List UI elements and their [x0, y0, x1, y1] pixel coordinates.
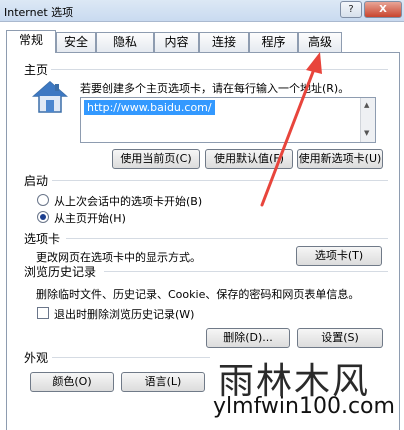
radio-last-session[interactable]: [37, 194, 49, 206]
home-section-divider: [42, 69, 388, 70]
use-default-button[interactable]: 使用默认值(F): [205, 149, 293, 169]
url-scrollbar[interactable]: ▲ ▼: [360, 98, 375, 142]
tab-privacy[interactable]: 隐私: [96, 32, 154, 52]
history-section-label: 浏览历史记录: [24, 263, 100, 280]
tabs-section-label: 选项卡: [24, 230, 64, 247]
home-url-value: http://www.baidu.com/: [84, 100, 215, 115]
radio-home-page[interactable]: [37, 211, 49, 223]
history-settings-button[interactable]: 设置(S): [297, 328, 383, 348]
tab-programs[interactable]: 程序: [249, 32, 298, 52]
delete-history-button[interactable]: 删除(D)...: [206, 328, 290, 348]
tabs-section-divider: [66, 238, 388, 239]
window-title: Internet 选项: [4, 6, 74, 19]
home-section-label: 主页: [24, 61, 52, 78]
home-instruction: 若要创建多个主页选项卡，请在每行输入一个地址(R)。: [80, 82, 350, 95]
delete-history-on-exit-checkbox[interactable]: [37, 307, 49, 319]
tab-content[interactable]: 内容: [154, 32, 199, 52]
tab-general[interactable]: 常规: [6, 30, 56, 53]
use-current-button[interactable]: 使用当前页(C): [112, 149, 200, 169]
history-description: 删除临时文件、历史记录、Cookie、保存的密码和网页表单信息。: [36, 288, 360, 301]
help-button[interactable]: ?: [340, 1, 362, 18]
colors-button[interactable]: 颜色(O): [30, 372, 114, 392]
appearance-section-label: 外观: [24, 349, 52, 366]
appearance-section-divider: [52, 357, 210, 358]
languages-button[interactable]: 语言(L): [121, 372, 205, 392]
delete-history-on-exit-label: 退出时删除浏览历史记录(W): [54, 308, 195, 321]
radio-last-session-label: 从上次会话中的选项卡开始(B): [54, 195, 203, 208]
startup-section-label: 启动: [24, 172, 52, 189]
house-icon: [32, 81, 68, 113]
history-section-divider: [104, 271, 388, 272]
close-button[interactable]: X: [364, 1, 402, 18]
tab-connections[interactable]: 连接: [199, 32, 249, 52]
radio-home-page-label: 从主页开始(H): [54, 212, 126, 225]
title-bar: Internet 选项 ? X: [0, 0, 404, 22]
use-new-tab-button[interactable]: 使用新选项卡(U): [297, 149, 383, 169]
scroll-down-icon[interactable]: ▼: [364, 129, 369, 137]
startup-section-divider: [52, 180, 388, 181]
watermark-site: ylmfwin100.com: [213, 394, 395, 419]
home-url-input[interactable]: http://www.baidu.com/ ▲ ▼: [80, 97, 376, 143]
tabs-settings-button[interactable]: 选项卡(T): [296, 246, 382, 266]
scroll-up-icon[interactable]: ▲: [364, 101, 369, 109]
tab-advanced[interactable]: 高级: [298, 32, 342, 52]
tab-security[interactable]: 安全: [56, 32, 96, 52]
